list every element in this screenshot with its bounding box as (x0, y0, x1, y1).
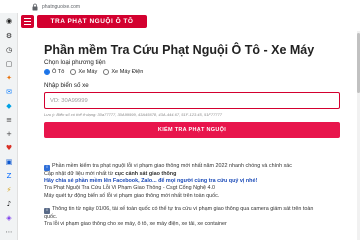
page-title: Phần mềm Tra Cứu Phạt Nguội Ô Tô - Xe Má… (44, 43, 315, 57)
info-line: i Phần mềm kiểm tra phạt nguội lỗi vi phạ… (44, 163, 344, 171)
messenger-icon[interactable]: ✉ (3, 86, 15, 98)
browser-window: phatnguoixe.com ◉ ⚙ ◷ ▢ ✦ ✉ ◆ ≡ + ♥ ▣ Z ⚡ ♪ ◈ ⋯ TRA PHẠ… (0, 0, 360, 240)
radio-xe-may-dien[interactable]: Xe Máy Điện (103, 69, 143, 75)
plate-label: Nhập biển số xe (44, 82, 89, 89)
radio-label[interactable]: Ô Tô (52, 69, 64, 75)
site-brand[interactable]: TRA PHẠT NGUỘI Ô TÔ (37, 15, 147, 28)
radio-xe-may[interactable]: Xe Máy (70, 69, 97, 75)
info-line: i Thông tin từ ngày 01/06, tài xế toàn qu… (44, 206, 344, 214)
info-icon: i (44, 207, 50, 214)
radio-label[interactable]: Xe Máy Điện (111, 69, 143, 75)
extension-icon[interactable]: ✦ (3, 72, 15, 84)
info-line: quốc. (44, 213, 58, 220)
more-icon[interactable]: ⋯ (3, 226, 15, 238)
lens-icon[interactable]: ◉ (3, 15, 15, 27)
radio-checked-icon[interactable] (44, 69, 50, 75)
plate-input[interactable] (44, 92, 340, 109)
vehicle-type-options: Ô Tô Xe Máy Xe Máy Điện (44, 69, 143, 75)
info-section: i Phần mềm kiểm tra phạt nguội lỗi vi phạ… (44, 163, 344, 228)
info-line: Tra lỗi vi phạm giao thông cho xe máy, ô… (44, 221, 227, 228)
bolt-icon[interactable]: ⚡ (3, 184, 15, 196)
check-violation-button[interactable]: KIỂM TRA PHẠT NGUỘI (44, 122, 340, 138)
radio-unchecked-icon[interactable] (70, 69, 77, 75)
radio-oto[interactable]: Ô Tô (44, 69, 64, 75)
site-navbar: TRA PHẠT NGUỘI Ô TÔ (18, 13, 360, 31)
shop-icon[interactable]: ▣ (3, 156, 15, 168)
history-icon[interactable]: ◷ (3, 44, 15, 56)
heart-icon[interactable]: ♥ (3, 142, 15, 154)
settings-icon[interactable]: ⚙ (3, 30, 15, 42)
tiktok-icon[interactable]: ♪ (3, 198, 15, 210)
browser-sidebar: ◉ ⚙ ◷ ▢ ✦ ✉ ◆ ≡ + ♥ ▣ Z ⚡ ♪ ◈ ⋯ (0, 13, 18, 240)
bookmark-icon[interactable]: ▢ (3, 58, 15, 70)
radio-label[interactable]: Xe Máy (78, 69, 97, 75)
address-bar[interactable]: phatnguoixe.com (0, 0, 360, 13)
app-icon[interactable]: ◆ (3, 100, 15, 112)
reader-icon[interactable]: ≡ (3, 114, 15, 126)
info-line: Máy quét tự động biển số lỗi vi phạm gia… (44, 192, 220, 199)
plate-hint: Lưu ý: Biển số có thể ở dạng: 30a77777, … (44, 112, 222, 117)
add-icon[interactable]: + (3, 128, 15, 140)
vehicle-type-label: Chọn loại phương tiện (44, 59, 106, 66)
game-icon[interactable]: ◈ (3, 212, 15, 224)
menu-icon[interactable] (21, 15, 34, 28)
info-line: Tra Phạt Nguội Tra Cứu Lỗi Vi Phạm Giao … (44, 185, 216, 192)
url-text[interactable]: phatnguoixe.com (42, 4, 80, 10)
radio-unchecked-icon[interactable] (103, 69, 110, 75)
lock-icon[interactable] (31, 3, 39, 11)
zalo-icon[interactable]: Z (3, 170, 15, 182)
